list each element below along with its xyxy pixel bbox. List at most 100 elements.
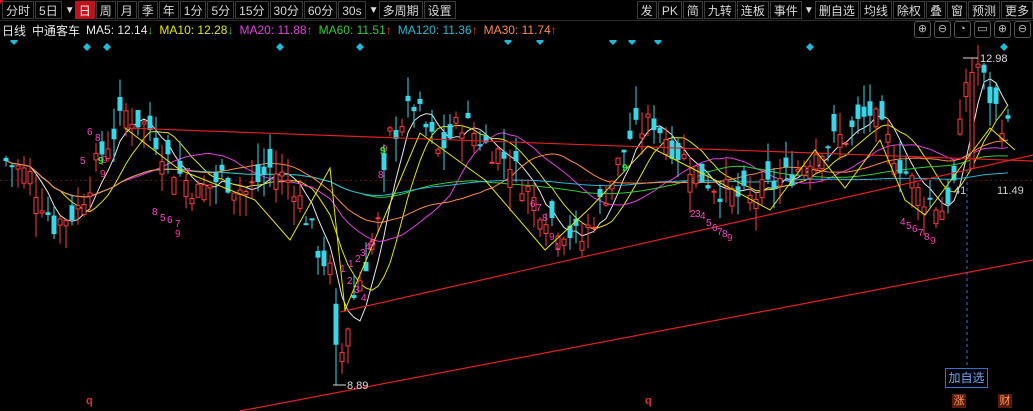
candle-body — [429, 121, 435, 132]
tool-button-3[interactable]: 九转 — [703, 1, 736, 19]
candle-body — [15, 165, 21, 170]
rise-badge[interactable]: 涨 — [952, 394, 966, 408]
candle-body — [171, 177, 177, 195]
event-diamond — [276, 43, 284, 51]
tool-button-11[interactable]: 预测 — [967, 1, 1000, 19]
candle-body — [315, 250, 321, 258]
tool-button-1[interactable]: PK — [657, 1, 682, 19]
candle-body — [777, 178, 783, 187]
candle-body — [885, 133, 891, 143]
period-tab-5[interactable]: 季 — [137, 1, 158, 19]
tool-button-10[interactable]: 窗 — [946, 1, 967, 19]
candle-body — [51, 215, 57, 235]
candle-body — [717, 198, 723, 202]
candle-body — [267, 148, 273, 168]
period-tab-14[interactable]: 设置 — [423, 1, 456, 19]
chart-tools: ⊕ ⊖ ◔ ▭ ⊕ ⊖ — [911, 21, 1031, 38]
price-chart[interactable]: 6895912349875 6 7891 234 56 78912 3 45 6 7 8 94 5 6 7 8… — [0, 40, 1033, 411]
candle-body — [9, 165, 15, 168]
period-tab-4[interactable]: 月 — [116, 1, 137, 19]
candle-body — [75, 204, 81, 210]
candle-body — [645, 113, 651, 118]
period-tab-2[interactable]: 日 — [74, 1, 95, 19]
candle-body — [807, 165, 813, 179]
candle-body — [561, 238, 567, 246]
period-tab-12[interactable]: 30s — [338, 1, 366, 19]
period-tab-13[interactable]: 多周期 — [378, 1, 423, 19]
candle-body — [627, 130, 633, 139]
chart-tool-icon-2[interactable]: ◔ — [954, 21, 971, 38]
candle-body — [849, 120, 855, 128]
add-favorite-button[interactable]: 加自选 — [945, 368, 988, 388]
ma-value-4: MA120: 11.36↑ — [397, 23, 478, 37]
tool-button-5[interactable]: 事件 — [769, 1, 802, 19]
candle-body — [141, 121, 147, 125]
tool-button-9[interactable]: 叠 — [925, 1, 946, 19]
period-tab-7[interactable]: 1分 — [179, 1, 207, 19]
tool-button-4[interactable]: 连板 — [736, 1, 769, 19]
candle-body — [135, 109, 141, 128]
candle-body — [219, 164, 225, 171]
candle-body — [621, 149, 627, 153]
high-price-label: 12.98 — [980, 53, 1008, 65]
candle-body — [495, 148, 501, 164]
finance-badge[interactable]: 财 — [998, 394, 1012, 408]
candle-body — [459, 132, 465, 139]
candle-body — [957, 118, 963, 135]
nine-turn-mark: 9 — [930, 236, 936, 247]
candle-body — [981, 64, 987, 73]
toolbar-corner-marker — [0, 0, 4, 4]
period-tab-0[interactable]: 分时 — [2, 1, 35, 19]
chart-tool-icon-1[interactable]: ⊖ — [934, 21, 951, 38]
candle-body — [411, 107, 417, 112]
dropdown-icon[interactable]: ▼ — [802, 5, 814, 16]
chart-tool-icon-4[interactable]: ⊕ — [994, 21, 1011, 38]
candle-body — [231, 192, 237, 201]
event-diamond — [103, 43, 111, 51]
candle-body — [177, 160, 183, 174]
candle-body — [837, 134, 843, 148]
candle-body — [21, 167, 27, 184]
period-tab-1[interactable]: 5日 — [35, 1, 62, 19]
event-diamond — [1000, 43, 1008, 51]
candle-body — [405, 95, 411, 102]
tool-button-12[interactable]: 更多 — [1000, 1, 1033, 19]
candle-body — [255, 164, 261, 182]
tool-button-2[interactable]: 简 — [682, 1, 703, 19]
tool-button-0[interactable]: 发 — [636, 1, 657, 19]
candle-body — [543, 224, 549, 234]
period-tab-11[interactable]: 60分 — [303, 1, 338, 19]
candle-body — [963, 82, 969, 98]
period-tab-8[interactable]: 5分 — [207, 1, 235, 19]
nine-turn-mark: 8 — [542, 213, 548, 224]
candle-body — [285, 179, 291, 183]
candle-body — [585, 224, 591, 229]
period-tab-3[interactable]: 周 — [95, 1, 116, 19]
candle-body — [195, 183, 201, 198]
tool-button-6[interactable]: 删自选 — [814, 1, 859, 19]
dropdown-icon[interactable]: ▼ — [367, 5, 379, 16]
candle-body — [447, 124, 453, 139]
candle-body — [903, 171, 909, 174]
candle-body — [69, 205, 75, 221]
ma-value-1: MA10: 12.28↓ — [159, 23, 234, 37]
period-tab-9[interactable]: 15分 — [235, 1, 269, 19]
event-diamond — [10, 40, 18, 45]
tool-button-7[interactable]: 均线 — [859, 1, 892, 19]
chart-tool-icon-3[interactable]: ▭ — [974, 21, 991, 38]
candle-body — [471, 132, 477, 147]
candle-body — [681, 154, 687, 159]
nine-turn-mark: 1 — [555, 242, 561, 253]
chart-tool-icon-5[interactable]: ⊖ — [1014, 21, 1031, 38]
candle-body — [897, 160, 903, 174]
tool-button-8[interactable]: 除权 — [892, 1, 925, 19]
dropdown-icon[interactable]: ▼ — [63, 5, 75, 16]
event-diamond — [806, 43, 814, 51]
nine-turn-mark: 2 — [347, 276, 353, 287]
chart-tool-icon-0[interactable]: ⊕ — [914, 21, 931, 38]
period-tab-10[interactable]: 30分 — [269, 1, 303, 19]
candle-body — [309, 218, 315, 221]
candle-body — [855, 104, 861, 119]
nine-turn-mark: 5 — [160, 213, 166, 224]
period-tab-6[interactable]: 年 — [158, 1, 179, 19]
